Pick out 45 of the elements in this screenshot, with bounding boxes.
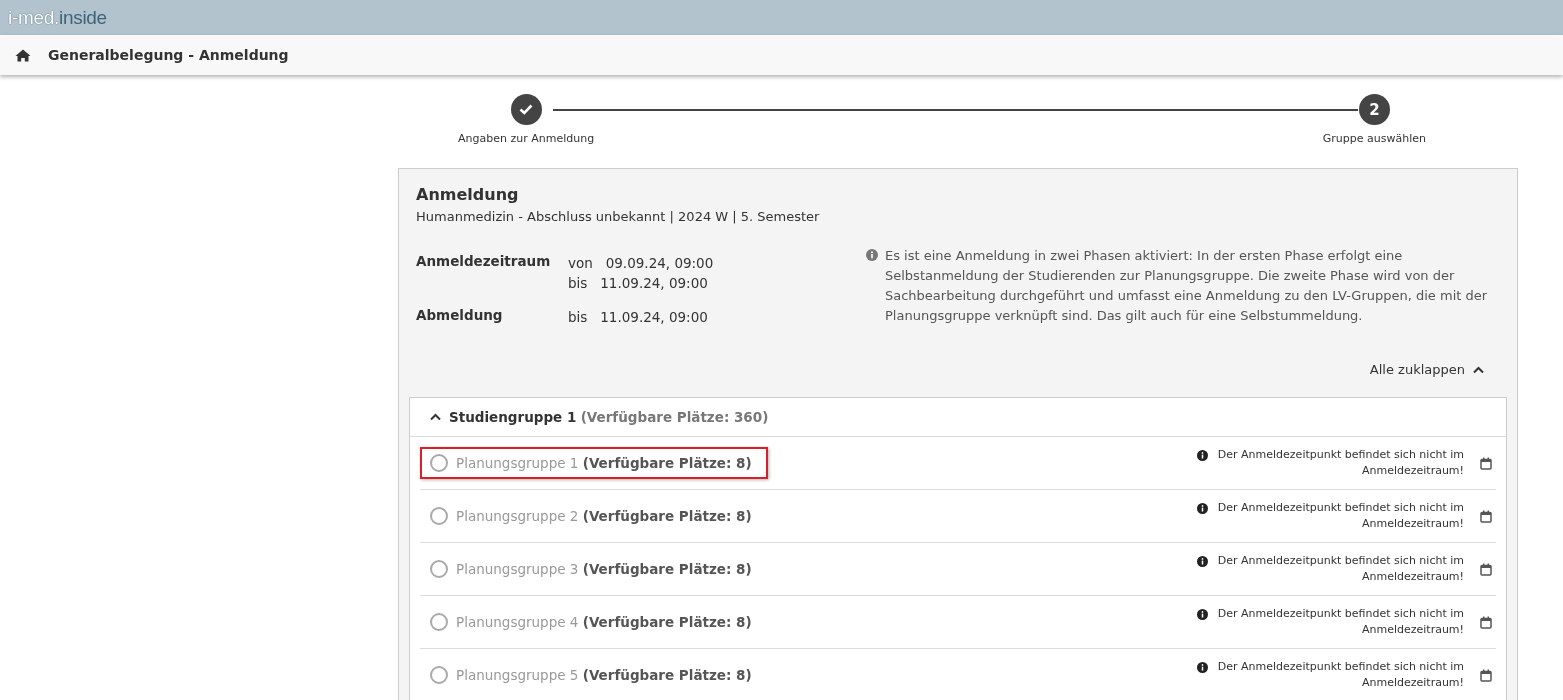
step-done-icon [510, 94, 542, 125]
group-option[interactable]: Planungsgruppe 4 (Verfügbare Plätze: 8) [420, 606, 768, 638]
info-icon [1197, 503, 1208, 514]
radio-button[interactable] [430, 666, 448, 684]
group-header[interactable]: Studiengruppe 1 (Verfügbare Plätze: 360) [410, 398, 1506, 437]
group-option[interactable]: Planungsgruppe 3 (Verfügbare Plätze: 8) [420, 553, 768, 585]
calendar-icon[interactable] [1480, 456, 1492, 470]
group-option[interactable]: Planungsgruppe 5 (Verfügbare Plätze: 8) [420, 659, 768, 691]
info-icon [1197, 662, 1208, 673]
calendar-icon[interactable] [1480, 562, 1492, 576]
radio-button[interactable] [430, 560, 448, 578]
notice-text: Der Anmeldezeitpunkt befindet sich nicht im Anmeldezeitraum! [1216, 447, 1464, 479]
step-label: Angaben zur Anmeldung [458, 132, 595, 145]
chevron-up-icon [1473, 365, 1484, 374]
notice-text: Der Anmeldezeitpunkt befindet sich nicht im Anmeldezeitraum! [1216, 553, 1464, 585]
period-label: Abmeldung [416, 307, 504, 325]
step-number: 2 [1358, 94, 1390, 125]
period-value: bis 11.09.24, 09:00 [568, 308, 709, 327]
info-icon [866, 249, 878, 261]
step-label: Gruppe auswählen [1322, 132, 1426, 145]
period-value: von 09.09.24, 09:00 [568, 254, 715, 273]
period-label: Anmeldezeitraum [416, 253, 552, 271]
highlighted-option[interactable]: Planungsgruppe 1 (Verfügbare Plätze: 8) [420, 447, 768, 479]
page-title: Generalbelegung - Anmeldung [48, 47, 289, 63]
home-icon[interactable] [15, 48, 31, 62]
calendar-icon[interactable] [1480, 615, 1492, 629]
radio-button[interactable] [430, 613, 448, 631]
info-icon [1197, 556, 1208, 567]
notice-text: Der Anmeldezeitpunkt befindet sich nicht im Anmeldezeitraum! [1216, 606, 1464, 638]
radio-button[interactable] [430, 507, 448, 525]
calendar-icon[interactable] [1480, 509, 1492, 523]
group-option[interactable]: Planungsgruppe 2 (Verfügbare Plätze: 8) [420, 500, 768, 532]
info-icon [1197, 450, 1208, 461]
period-value: bis 11.09.24, 09:00 [568, 274, 709, 293]
radio-button[interactable] [430, 454, 448, 472]
collapse-all-button[interactable]: Alle zuklappen [1369, 362, 1484, 377]
notice-text: Der Anmeldezeitpunkt befindet sich nicht im Anmeldezeitraum! [1216, 500, 1464, 532]
notice-text: Der Anmeldezeitpunkt befindet sich nicht im Anmeldezeitraum! [1216, 659, 1464, 691]
info-icon [1197, 609, 1208, 620]
info-text: Es ist eine Anmeldung in zwei Phasen aktiviert: In der ersten Phase erfolgt eine Selbstanmeldung der Studierenden zur Planungsgruppe. Die zweite Phase wird von der Sachbearbeitung durchgeführt und umfasst eine Anmeldung zu den LV-Gruppen, die mit der Planungsgruppe verknüpft sind. Das gilt auch für eine Selbstummeldung. [885, 247, 1489, 325]
program-info: Humanmedizin - Abschluss unbekannt | 2024 W | 5. Semester [415, 209, 821, 224]
chevron-up-icon [430, 413, 441, 421]
card-title: Anmeldung [415, 185, 520, 204]
calendar-icon[interactable] [1480, 668, 1492, 682]
app-logo[interactable]: i-med.inside [8, 6, 107, 29]
